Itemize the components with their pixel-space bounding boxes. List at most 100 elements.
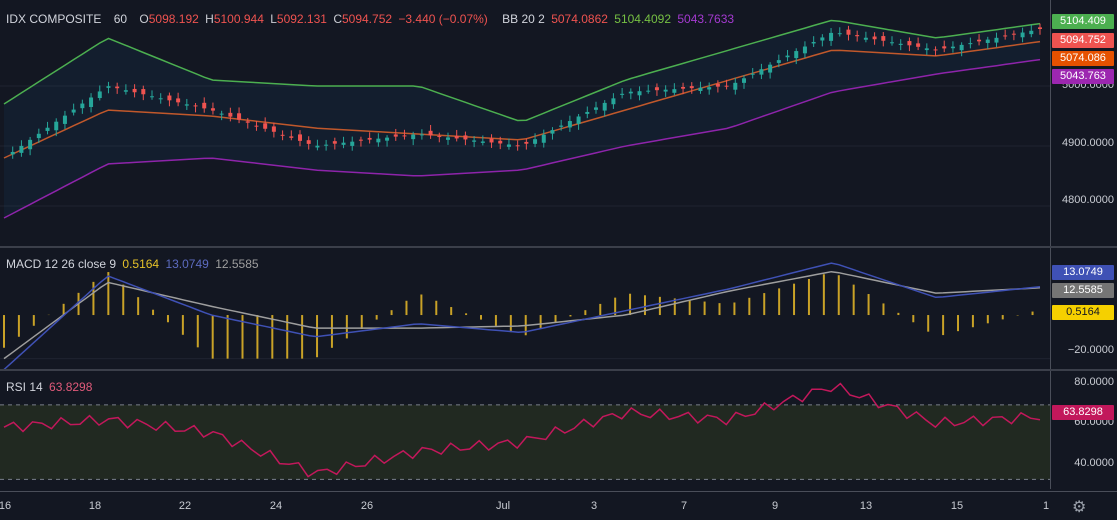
macd-pane[interactable]: MACD 12 26 close 9 0.5164 13.0749 12.558…: [0, 248, 1050, 369]
time-tick: 18: [88, 500, 102, 512]
candle-body: [28, 139, 33, 150]
candle-body: [863, 37, 868, 40]
macd-legend: MACD 12 26 close 9 0.5164 13.0749 12.558…: [6, 257, 262, 271]
candle-body: [480, 141, 485, 143]
candle-body: [358, 139, 363, 141]
macd-line: [3, 262, 1041, 369]
candle-body: [132, 88, 137, 93]
macd-signal-value: 12.5585: [215, 257, 259, 271]
candle-body: [254, 125, 259, 127]
candle-body: [559, 125, 564, 127]
candle-body: [602, 102, 607, 111]
candle-body: [698, 87, 703, 92]
candle-body: [158, 98, 163, 100]
candle-body: [263, 123, 268, 129]
bb-upper-value: 5104.4092: [614, 12, 671, 26]
candle-body: [1038, 27, 1042, 29]
candle-body: [907, 41, 912, 46]
time-tick: 3: [590, 500, 598, 512]
time-tick: 15: [950, 500, 964, 512]
candle-body: [707, 87, 712, 90]
candle-body: [785, 55, 790, 58]
candle-body: [167, 95, 172, 101]
candle-body: [115, 86, 120, 89]
bb-label[interactable]: BB 20 2: [502, 12, 545, 26]
time-tick: 26: [360, 500, 374, 512]
candle-body: [489, 138, 494, 143]
candle-body: [237, 113, 242, 120]
candle-body: [933, 49, 938, 51]
macd-line-value: 13.0749: [165, 257, 209, 271]
candle-body: [637, 91, 642, 96]
candle-body: [872, 36, 877, 40]
candle-body: [411, 134, 416, 140]
rsi-tick: 80.0000: [1074, 376, 1114, 388]
candle-body: [54, 121, 59, 131]
gear-icon[interactable]: ⚙: [1072, 497, 1086, 517]
candle-body: [628, 91, 633, 94]
interval-label[interactable]: 60: [114, 12, 127, 26]
bb-band-fill: [4, 20, 1040, 219]
close-value: 5094.752: [341, 12, 393, 26]
bb-basis-value: 5074.0862: [551, 12, 608, 26]
candle-body: [811, 41, 816, 44]
candle-body: [846, 29, 851, 35]
bb-lower-value: 5043.7633: [677, 12, 735, 26]
candle-body: [45, 127, 50, 131]
candle-body: [663, 89, 668, 92]
candle-body: [768, 64, 773, 73]
candle-body: [472, 140, 477, 142]
rsi-scale[interactable]: 80.0000 60.0000 40.0000: [1050, 371, 1117, 489]
candle-body: [141, 89, 146, 95]
time-tick: 24: [269, 500, 283, 512]
bb-upper-tag: 5104.409: [1052, 14, 1114, 29]
symbol-name[interactable]: IDX COMPOSITE: [6, 12, 101, 26]
price-tick: 4900.0000: [1062, 137, 1114, 149]
time-tick: 16: [0, 500, 12, 512]
candle-body: [594, 107, 598, 110]
candle-body: [210, 108, 215, 111]
macd-label[interactable]: MACD 12 26 close 9: [6, 257, 116, 271]
candle-body: [837, 33, 842, 35]
candle-body: [219, 113, 224, 115]
candle-body: [402, 135, 407, 137]
time-axis[interactable]: 16 18 22 24 26 Jul 3 7 9 13 15 1: [0, 491, 1117, 520]
candle-body: [533, 139, 538, 144]
change-value: −3.440 (−0.07%): [398, 12, 488, 26]
candle-body: [428, 130, 433, 136]
rsi-chart[interactable]: [0, 371, 1050, 489]
candle-body: [855, 35, 860, 37]
time-tick: 7: [680, 500, 688, 512]
candle-body: [350, 141, 355, 146]
close-price-tag: 5094.752: [1052, 33, 1114, 48]
candle-body: [289, 136, 294, 138]
bb-lower-tag: 5043.763: [1052, 69, 1114, 84]
price-chart[interactable]: [0, 0, 1050, 246]
candle-body: [541, 134, 546, 143]
candle-body: [19, 145, 24, 153]
candle-body: [654, 87, 659, 91]
bb-basis-tag: 5074.086: [1052, 51, 1114, 66]
candle-body: [376, 138, 381, 143]
candle-body: [36, 133, 41, 139]
rsi-label[interactable]: RSI 14: [6, 380, 43, 394]
candle-body: [10, 151, 15, 155]
price-pane[interactable]: IDX COMPOSITE 60 O5098.192 H5100.944 L50…: [0, 0, 1050, 246]
low-value: 5092.131: [276, 12, 327, 26]
rsi-pane[interactable]: RSI 14 63.8298: [0, 371, 1050, 489]
candle-body: [332, 141, 337, 144]
time-tick: 22: [178, 500, 192, 512]
macd-tick: −20.0000: [1067, 344, 1114, 356]
candle-body: [393, 134, 398, 137]
candle-body: [89, 97, 94, 108]
candle-body: [985, 39, 990, 43]
candle-body: [176, 98, 181, 103]
candle-body: [193, 105, 198, 107]
low-label: L: [270, 12, 277, 26]
candle-body: [106, 86, 111, 88]
candle-body: [977, 39, 982, 42]
time-tick: Jul: [495, 500, 511, 512]
macd-signal-tag: 12.5585: [1052, 283, 1114, 298]
candle-body: [437, 136, 442, 138]
price-legend: IDX COMPOSITE 60 O5098.192 H5100.944 L50…: [6, 12, 737, 26]
